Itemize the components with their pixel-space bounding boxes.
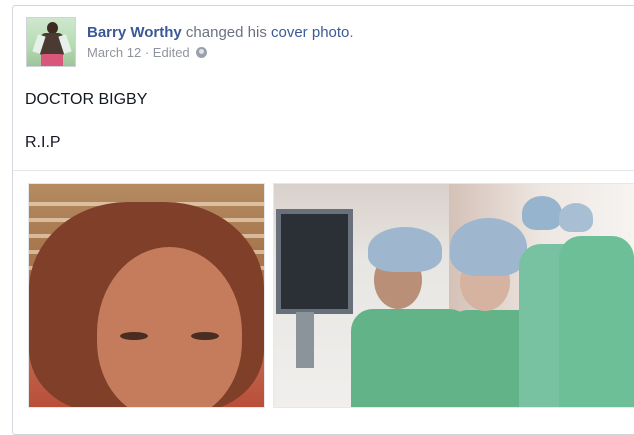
person-scrubs [559, 236, 634, 407]
post-divider [13, 170, 634, 171]
post-action-prefix: changed his [185, 24, 267, 41]
message-line-1: DOCTOR BIGBY [25, 91, 148, 108]
post-header: Barry Worthy changed his cover photo. [87, 24, 354, 41]
post-action-suffix: . [349, 24, 354, 41]
post-message: DOCTOR BIGBY R.I.P [25, 90, 147, 176]
medical-monitor [276, 209, 353, 314]
portrait-face [97, 247, 242, 407]
post-date[interactable]: March 12 [87, 45, 141, 60]
right-photo[interactable] [273, 183, 634, 408]
portrait-left-eye [120, 332, 148, 340]
avatar-shorts [41, 54, 63, 66]
portrait-right-eye [191, 332, 219, 340]
surgical-cap [559, 203, 593, 232]
edited-label[interactable]: Edited [153, 45, 190, 60]
surgical-cap [368, 227, 442, 272]
left-photo[interactable] [28, 183, 265, 408]
meta-separator: · [144, 45, 150, 60]
post-meta: March 12 · Edited [87, 45, 208, 60]
news-feed-post: Barry Worthy changed his cover photo. Ma… [12, 5, 634, 435]
message-line-2: R.I.P [25, 134, 61, 151]
surgical-cap [450, 218, 527, 276]
cover-photo-link[interactable]: cover photo [271, 24, 349, 41]
author-avatar[interactable] [26, 17, 76, 67]
globe-icon[interactable] [196, 47, 208, 58]
monitor-stand [296, 312, 314, 368]
author-name[interactable]: Barry Worthy [87, 24, 182, 41]
surgical-cap [522, 196, 562, 230]
